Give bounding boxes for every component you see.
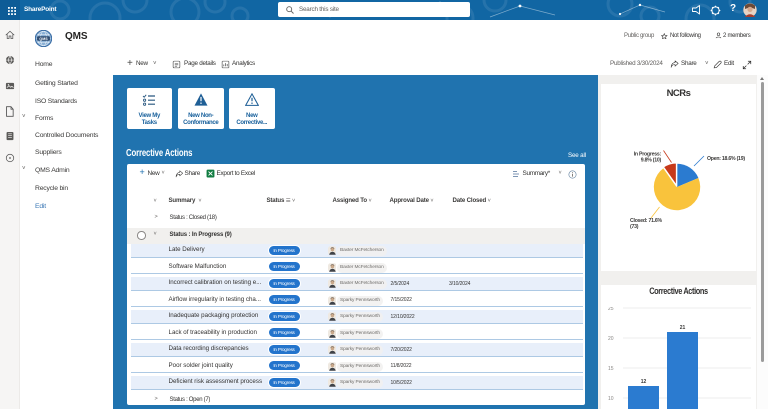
svg-text:QMS: QMS [39, 37, 48, 41]
svg-text:Open: 18.6% (19): Open: 18.6% (19) [707, 156, 745, 162]
svg-text:25: 25 [608, 307, 614, 312]
svg-text:12: 12 [641, 379, 647, 385]
svg-text:9.8% (10): 9.8% (10) [641, 158, 662, 164]
svg-text:15: 15 [608, 366, 614, 372]
svg-text:21: 21 [680, 325, 686, 331]
svg-text:10: 10 [608, 396, 614, 402]
svg-text:(73): (73) [630, 224, 639, 230]
svg-text:20: 20 [608, 336, 614, 342]
